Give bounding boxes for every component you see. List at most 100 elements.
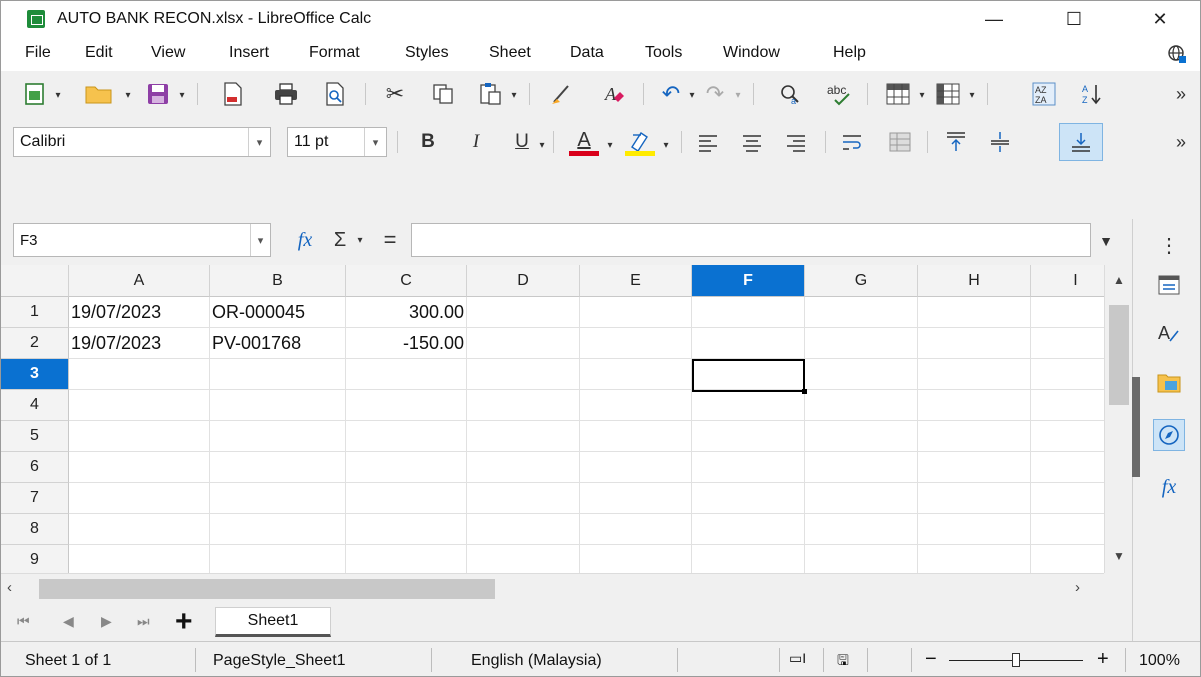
grid-cell-h4[interactable] xyxy=(918,390,1031,421)
row-icon[interactable] xyxy=(883,81,913,107)
grid-cell-c6[interactable] xyxy=(346,452,467,483)
gallery-icon[interactable] xyxy=(1153,367,1185,399)
save-icon[interactable] xyxy=(143,81,173,107)
grid-cell-e3[interactable] xyxy=(580,359,692,390)
menu-file[interactable]: File xyxy=(25,44,51,62)
chevron-down-icon[interactable]: ▾ xyxy=(353,229,367,251)
row-header-4[interactable]: 4 xyxy=(1,390,69,421)
font-size-box[interactable]: 11 pt ▾ xyxy=(287,127,387,157)
bold-button[interactable]: B xyxy=(417,129,439,155)
chevron-down-icon[interactable]: ▾ xyxy=(51,85,65,105)
grid-cell-e2[interactable] xyxy=(580,328,692,359)
name-box[interactable]: F3 ▾ xyxy=(13,223,271,257)
grid-cell-g5[interactable] xyxy=(805,421,918,452)
grid-cell-a5[interactable] xyxy=(69,421,210,452)
open-folder-icon[interactable] xyxy=(81,81,117,107)
grid-cell-d6[interactable] xyxy=(467,452,580,483)
grid-cell-b3[interactable] xyxy=(210,359,346,390)
chevron-down-icon[interactable]: ▾ xyxy=(965,85,979,105)
menu-styles[interactable]: Styles xyxy=(405,44,449,62)
grid-cell-g9[interactable] xyxy=(805,545,918,573)
wrap-text-icon[interactable] xyxy=(837,129,867,155)
grid-cell-e8[interactable] xyxy=(580,514,692,545)
align-center-icon[interactable] xyxy=(737,129,767,155)
grid-cell-g2[interactable] xyxy=(805,328,918,359)
horizontal-scroll-thumb[interactable] xyxy=(39,579,495,599)
row-header-3[interactable]: 3 xyxy=(1,359,69,390)
chevron-down-icon[interactable]: ▾ xyxy=(731,85,745,105)
cell-b1[interactable]: OR-000045 xyxy=(210,297,346,328)
cut-icon[interactable]: ✂ xyxy=(381,81,409,107)
paste-icon[interactable] xyxy=(475,81,505,107)
new-spreadsheet-icon[interactable] xyxy=(21,81,49,107)
grid-cell-h9[interactable] xyxy=(918,545,1031,573)
formula-icon[interactable]: = xyxy=(379,225,401,255)
chevron-down-icon[interactable]: ▾ xyxy=(603,135,617,155)
menu-insert[interactable]: Insert xyxy=(229,44,269,62)
highlight-color-button[interactable] xyxy=(623,125,657,159)
grid-cell-d9[interactable] xyxy=(467,545,580,573)
grid-cell-g3[interactable] xyxy=(805,359,918,390)
column-header-g[interactable]: G xyxy=(805,265,918,297)
cell-c2[interactable]: -150.00 xyxy=(346,328,467,359)
column-header-d[interactable]: D xyxy=(467,265,580,297)
underline-button[interactable]: U xyxy=(511,129,533,155)
formula-input[interactable] xyxy=(411,223,1091,257)
chevron-down-icon[interactable]: ▾ xyxy=(121,85,135,105)
grid-cell-f7[interactable] xyxy=(692,483,805,514)
grid-cell-c5[interactable] xyxy=(346,421,467,452)
chevron-down-icon[interactable]: ▾ xyxy=(250,224,270,256)
zoom-slider-knob[interactable] xyxy=(1012,653,1020,667)
grid-cell-a3[interactable] xyxy=(69,359,210,390)
cell-b2[interactable]: PV-001768 xyxy=(210,328,346,359)
expand-formula-bar-icon[interactable]: ▼ xyxy=(1095,231,1117,251)
zoom-level[interactable]: 100% xyxy=(1139,652,1180,670)
globe-icon[interactable] xyxy=(1165,43,1189,65)
align-left-icon[interactable] xyxy=(693,129,723,155)
menu-format[interactable]: Format xyxy=(309,44,360,62)
grid-cell-g4[interactable] xyxy=(805,390,918,421)
vertical-scrollbar[interactable]: ▲ ▼ xyxy=(1104,265,1132,573)
grid-cell-e5[interactable] xyxy=(580,421,692,452)
grid-cell-i9[interactable] xyxy=(1031,545,1104,573)
merge-cells-icon[interactable] xyxy=(885,129,915,155)
sheet-tab-sheet1[interactable]: Sheet1 xyxy=(215,607,331,637)
grid-cell-d7[interactable] xyxy=(467,483,580,514)
grid-cell-g1[interactable] xyxy=(805,297,918,328)
grid-cell-i2[interactable] xyxy=(1031,328,1104,359)
vertical-scroll-thumb[interactable] xyxy=(1109,305,1129,405)
grid-cell-a6[interactable] xyxy=(69,452,210,483)
grid-cell-d4[interactable] xyxy=(467,390,580,421)
grid-cell-i8[interactable] xyxy=(1031,514,1104,545)
cell-a1[interactable]: 19/07/2023 xyxy=(69,297,210,328)
grid-cell-a4[interactable] xyxy=(69,390,210,421)
grid-cell-b6[interactable] xyxy=(210,452,346,483)
document-modified-icon[interactable]: 🖫 xyxy=(837,650,849,674)
scroll-left-icon[interactable]: ‹ xyxy=(7,579,12,596)
next-sheet-icon[interactable]: ▶ xyxy=(101,613,112,630)
grid-cell-b9[interactable] xyxy=(210,545,346,573)
row-header-9[interactable]: 9 xyxy=(1,545,69,573)
add-sheet-button[interactable]: + xyxy=(175,605,193,639)
grid-cell-i7[interactable] xyxy=(1031,483,1104,514)
column-header-e[interactable]: E xyxy=(580,265,692,297)
grid-cell-d2[interactable] xyxy=(467,328,580,359)
grid-cell-h6[interactable] xyxy=(918,452,1031,483)
select-all-corner[interactable] xyxy=(1,265,69,297)
sidebar-menu-icon[interactable]: ⋮ xyxy=(1153,229,1185,261)
grid-cell-e9[interactable] xyxy=(580,545,692,573)
grid-cell-e6[interactable] xyxy=(580,452,692,483)
first-sheet-icon[interactable]: ⏮ xyxy=(17,613,30,630)
spelling-icon[interactable]: abc xyxy=(823,81,857,107)
grid-cell-d3[interactable] xyxy=(467,359,580,390)
grid-cell-b4[interactable] xyxy=(210,390,346,421)
zoom-out-button[interactable]: − xyxy=(925,648,937,671)
properties-icon[interactable] xyxy=(1153,269,1185,301)
grid-cell-f1[interactable] xyxy=(692,297,805,328)
functions-icon[interactable]: fx xyxy=(1153,471,1185,503)
row-header-8[interactable]: 8 xyxy=(1,514,69,545)
grid-cell-c7[interactable] xyxy=(346,483,467,514)
chevron-down-icon[interactable]: ▾ xyxy=(507,85,521,105)
menu-data[interactable]: Data xyxy=(570,44,604,62)
grid-cell-f6[interactable] xyxy=(692,452,805,483)
